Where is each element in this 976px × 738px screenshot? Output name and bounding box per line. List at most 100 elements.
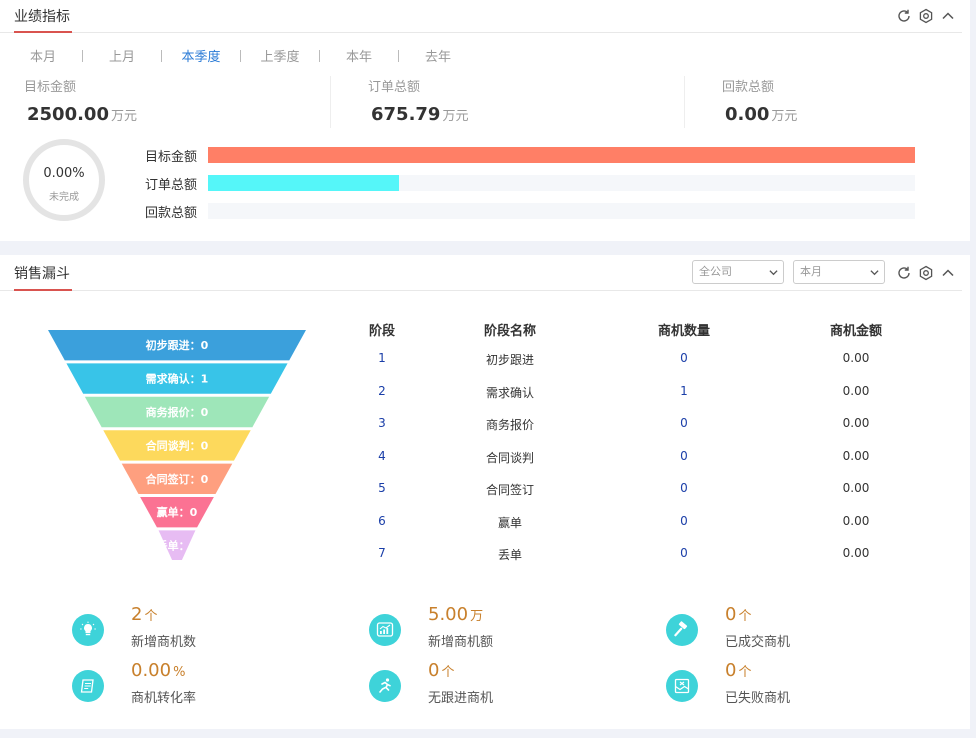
table-cell: 赢单: [497, 515, 522, 530]
collapse-icon[interactable]: [940, 265, 956, 281]
metric-value: 675.79: [371, 104, 441, 125]
settings-icon[interactable]: [918, 8, 934, 24]
tab-this-year[interactable]: 本年: [320, 46, 398, 65]
table-cell: 0.00: [842, 383, 870, 398]
table-cell: 0: [680, 513, 688, 528]
stat-label: 商机转化率: [131, 691, 197, 706]
chevron-down-icon: [870, 270, 879, 276]
funnel-header: 销售漏斗 全公司 本月: [0, 255, 962, 291]
refresh-icon[interactable]: [896, 8, 912, 24]
stat-value: 0.00: [131, 660, 172, 681]
tab-last-quarter[interactable]: 上季度: [241, 46, 319, 65]
lightbulb-icon: [72, 614, 104, 646]
metric-label: 目标金额: [24, 80, 77, 95]
stat-value: 0: [725, 660, 737, 681]
scope-select[interactable]: 全公司: [692, 260, 784, 284]
table-cell: 2: [378, 383, 386, 398]
funnel-segment-label: 初步跟进：0: [146, 338, 209, 352]
settings-icon[interactable]: [918, 265, 934, 281]
metric-value: 0.00: [725, 104, 770, 125]
growth-chart-icon: [369, 614, 401, 646]
table-header: 阶段: [368, 324, 395, 339]
tab-this-month[interactable]: 本月: [4, 46, 82, 65]
stat-unit: 万: [470, 609, 484, 624]
tab-last-year[interactable]: 去年: [399, 46, 477, 65]
stat-label: 已成交商机: [725, 635, 791, 650]
stat-label: 新增商机数: [131, 635, 197, 650]
tab-last-month[interactable]: 上月: [83, 46, 161, 65]
period-select-value: 本月: [800, 265, 822, 278]
completion-percent: 0.00%: [43, 166, 85, 181]
period-tabs: 本月 上月 本季度 上季度 本年 去年: [4, 46, 477, 65]
stat-unit: 个: [144, 609, 158, 624]
bar-label: 回款总额: [145, 206, 198, 221]
metric-value: 2500.00: [27, 104, 109, 125]
metric-divider: [684, 76, 685, 128]
metric-label: 回款总额: [722, 80, 775, 95]
bar-track: [208, 203, 915, 219]
table-cell: 1: [378, 351, 386, 365]
bar-track: [208, 147, 915, 163]
refresh-icon[interactable]: [896, 265, 912, 281]
table-cell: 0: [680, 481, 688, 495]
metric-target: 目标金额 2500.00 万元: [24, 76, 137, 125]
table-cell: 0: [680, 351, 688, 365]
stat-label: 新增商机额: [428, 635, 494, 650]
performance-card: 业绩指标 本月 上月 本季度 上季度 本年 去年 目标金额 2500.00 万元 …: [0, 0, 970, 241]
metric-unit: 万元: [442, 109, 469, 124]
table-cell: 初步跟进: [485, 353, 534, 367]
metric-label: 订单总额: [368, 80, 421, 95]
table-cell: 7: [378, 546, 386, 560]
metric-payments: 回款总额 0.00 万元: [722, 76, 797, 125]
table-header: 阶段名称: [483, 324, 536, 339]
table-cell: 6: [378, 513, 386, 528]
stat-unit: 个: [738, 609, 752, 624]
chevron-down-icon: [769, 270, 778, 276]
table-cell: 合同签订: [485, 483, 534, 497]
stat-value: 0: [428, 660, 440, 681]
table-cell: 0: [680, 546, 688, 560]
bar-label: 订单总额: [145, 178, 198, 193]
gavel-icon: [666, 614, 698, 646]
scope-select-value: 全公司: [699, 265, 732, 278]
funnel-segment-label: 丢单：0: [157, 539, 198, 553]
table-cell: 1: [680, 383, 688, 398]
stat-value: 2: [131, 604, 143, 625]
funnel-segment-label: 需求确认：1: [146, 372, 209, 386]
table-cell: 0.00: [842, 351, 870, 365]
table-header: 商机金额: [829, 324, 882, 339]
performance-title: 业绩指标: [14, 6, 72, 33]
table-cell: 5: [378, 481, 386, 495]
funnel-segment-label: 商务报价：0: [146, 405, 209, 419]
funnel-title: 销售漏斗: [14, 263, 72, 291]
completion-label: 未完成: [49, 192, 79, 203]
table-header: 商机数量: [657, 324, 710, 339]
funnel-segment-label: 赢单：0: [157, 505, 198, 519]
table-cell: 商务报价: [485, 418, 534, 432]
metric-orders: 订单总额 675.79 万元: [368, 76, 468, 125]
table-cell: 0: [680, 416, 688, 430]
period-select[interactable]: 本月: [793, 260, 885, 284]
metric-unit: 万元: [771, 109, 798, 124]
stat-unit: %: [173, 665, 186, 680]
collapse-icon[interactable]: [940, 8, 956, 24]
table-cell: 合同谈判: [485, 450, 534, 465]
metric-unit: 万元: [110, 109, 137, 124]
bar-fill: [208, 175, 400, 191]
failed-box-icon: [666, 670, 698, 702]
scroll-icon: [72, 670, 104, 702]
stat-value: 5.00: [428, 604, 469, 625]
stat-label: 已失败商机: [725, 691, 791, 706]
stat-unit: 个: [441, 665, 455, 680]
completion-ring: 0.00% 未完成: [22, 138, 106, 222]
bar-fill: [208, 147, 915, 163]
table-cell: 0.00: [842, 448, 870, 463]
table-cell: 0: [680, 448, 688, 463]
table-cell: 3: [378, 416, 386, 430]
funnel-segment-label: 合同谈判：0: [146, 438, 209, 452]
bar-label: 目标金额: [145, 150, 198, 165]
funnel-chart: 初步跟进：0 需求确认：1 商务报价：0 合同谈判：0 合同签订：0 赢单：0 丢单：0: [48, 330, 306, 560]
table-cell: 4: [378, 448, 386, 463]
tab-this-quarter[interactable]: 本季度: [162, 46, 240, 65]
stat-value: 0: [725, 604, 737, 625]
